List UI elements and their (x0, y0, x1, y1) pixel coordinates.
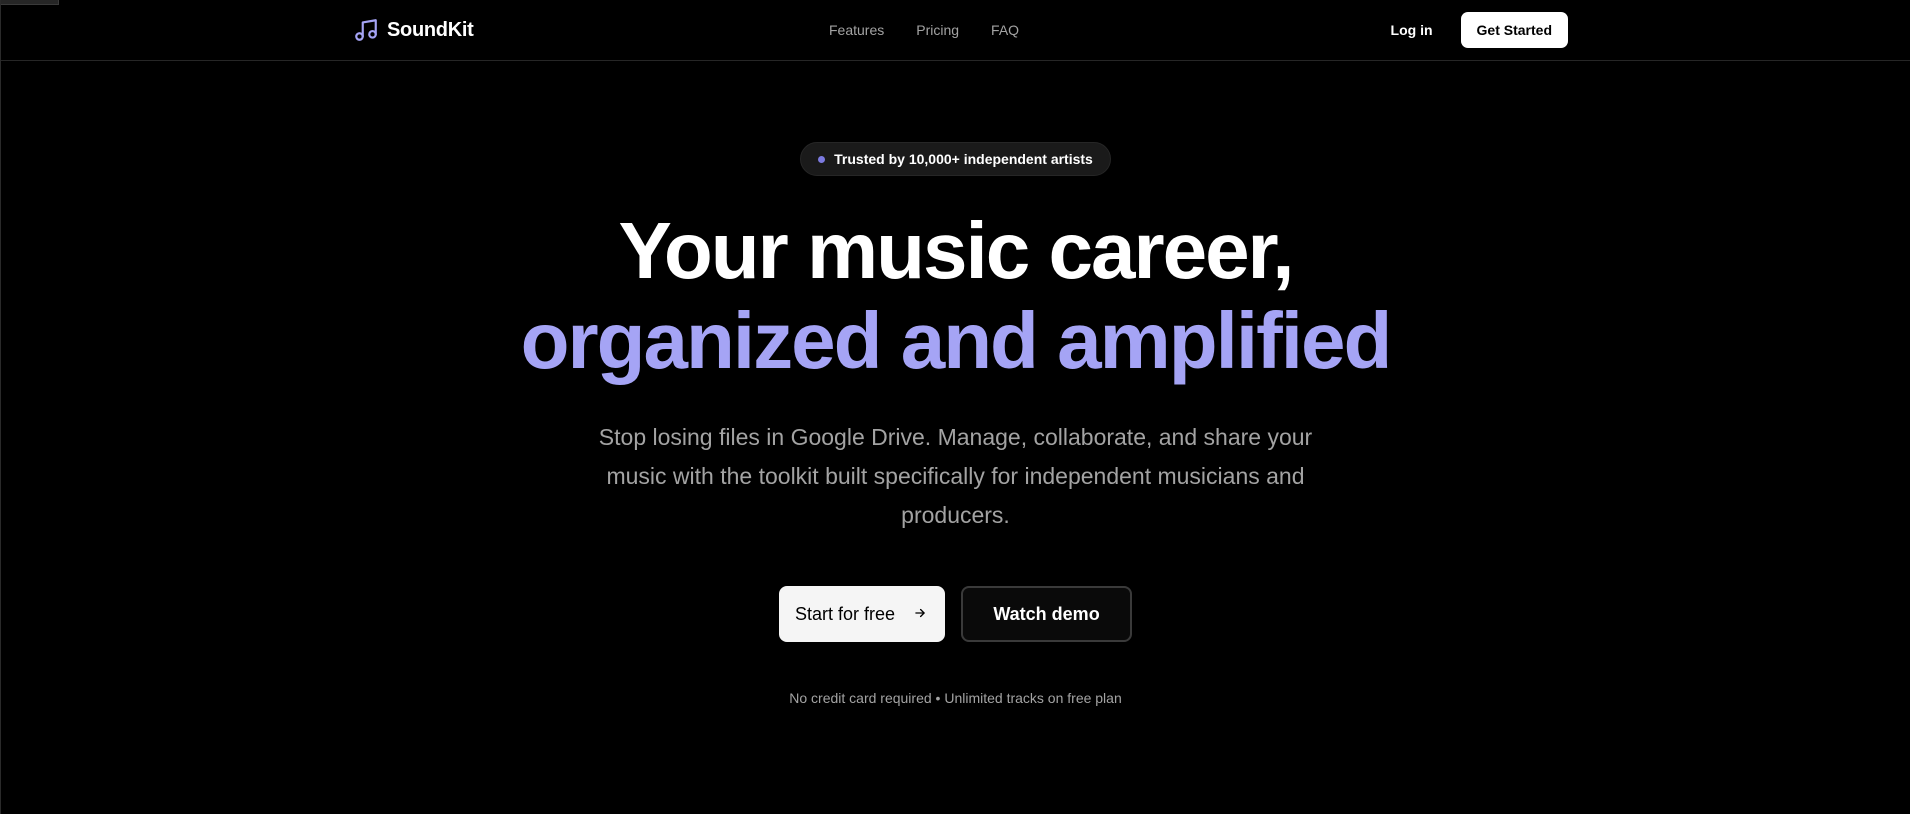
watch-demo-button[interactable]: Watch demo (961, 586, 1133, 642)
start-for-free-button[interactable]: Start for free (778, 586, 946, 642)
cta-row: Start for free Watch demo (1, 586, 1910, 642)
login-link[interactable]: Log in (1391, 22, 1433, 38)
badge-dot-icon (818, 155, 826, 163)
headline-line-2: organized and amplified (520, 296, 1393, 385)
navbar: SoundKit Features Pricing FAQ Log in Get… (1, 0, 1910, 61)
brand-logo-link[interactable]: SoundKit (353, 17, 474, 43)
hero-section: Trusted by 10,000+ independent artists Y… (1, 61, 1910, 706)
music-note-icon (353, 17, 379, 43)
headline-line-1: Your music career, (618, 206, 1295, 295)
hero-subtext: Stop losing files in Google Drive. Manag… (598, 424, 1313, 528)
badge-text: Trusted by 10,000+ independent artists (834, 151, 1093, 167)
hero-headline: Your music career, organized and amplifi… (1, 206, 1910, 386)
start-for-free-label: Start for free (794, 603, 896, 624)
nav-link-faq[interactable]: FAQ (991, 22, 1019, 38)
nav-link-features[interactable]: Features (829, 22, 884, 38)
page: SoundKit Features Pricing FAQ Log in Get… (0, 0, 1910, 814)
signup-note: No credit card required • Unlimited trac… (789, 690, 1122, 706)
get-started-button[interactable]: Get Started (1460, 12, 1568, 48)
trust-badge: Trusted by 10,000+ independent artists (800, 142, 1111, 176)
arrow-right-icon (913, 604, 927, 625)
nav-link-pricing[interactable]: Pricing (916, 22, 959, 38)
nav-actions: Log in Get Started (1391, 12, 1568, 48)
brand-name: SoundKit (387, 18, 474, 41)
nav-links: Features Pricing FAQ (829, 22, 1019, 38)
navbar-inner: SoundKit Features Pricing FAQ Log in Get… (353, 0, 1568, 60)
